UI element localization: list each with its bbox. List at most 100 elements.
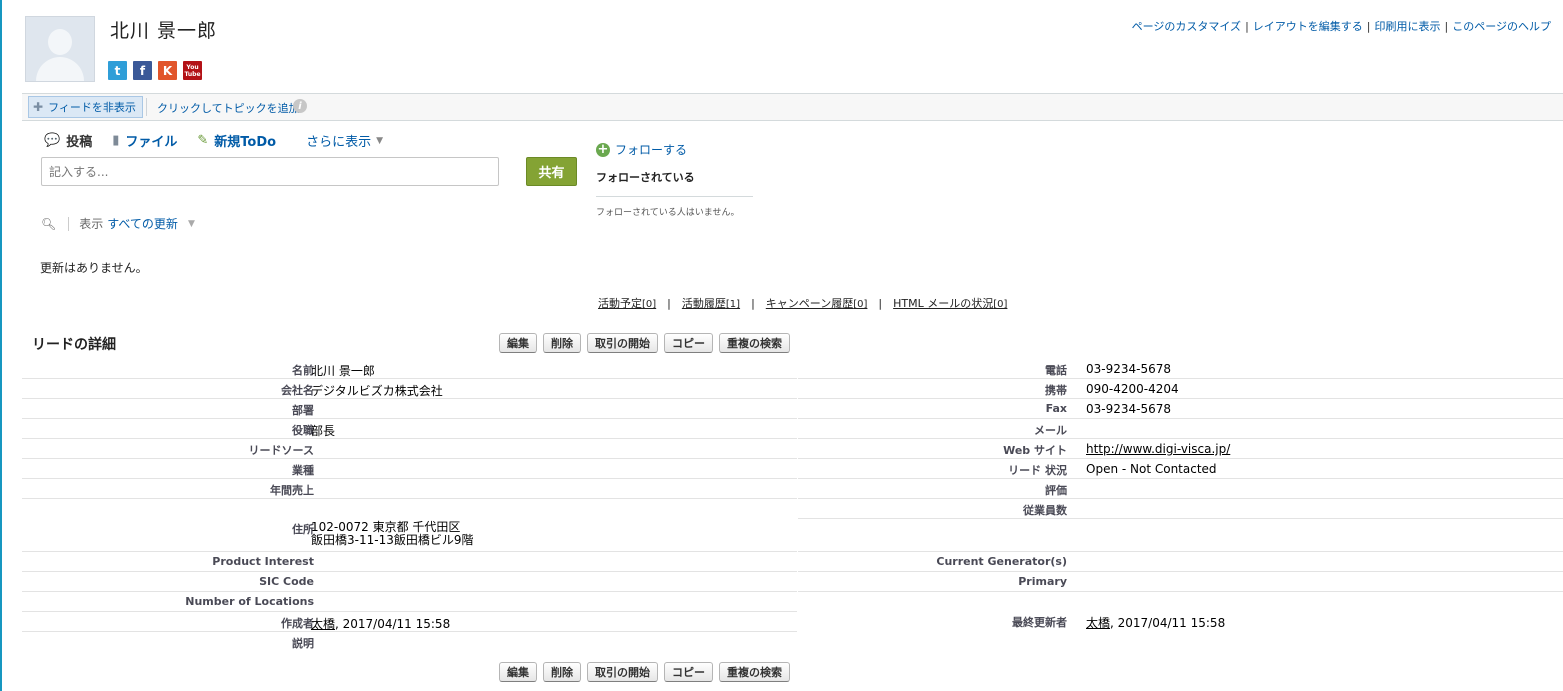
field-label: 説明 <box>292 637 314 650</box>
klout-icon[interactable]: K <box>158 61 177 80</box>
convert-button[interactable]: 取引の開始 <box>587 662 658 682</box>
todo-icon: ✎ <box>197 133 209 148</box>
field-label: 会社名 <box>281 384 314 397</box>
field-row-description: 説明 <box>22 632 797 651</box>
field-row-department: 部署 <box>22 399 797 419</box>
field-row-company: 会社名 デジタルビズカ株式会社 <box>22 379 797 399</box>
field-label: 部署 <box>292 404 314 417</box>
related-list-links: 活動予定[0] | 活動履歴[1] | キャンペーン履歴[0] | HTML メールの状況[… <box>598 295 1007 311</box>
field-row-industry: 業種 <box>22 459 797 479</box>
feed-toolbar: ✚ フィードを非表示 クリックしてトピックを追加: i <box>22 93 1563 121</box>
field-value[interactable]: 03-9234-5678 <box>1086 362 1171 376</box>
related-link-campaign-history[interactable]: キャンペーン履歴[0] <box>766 297 868 310</box>
related-link-open-activities[interactable]: 活動予定[0] <box>598 297 656 310</box>
created-by-user-link[interactable]: 太橋 <box>311 617 335 631</box>
field-label: 携帯 <box>1045 384 1067 397</box>
clone-button[interactable]: コピー <box>664 333 713 353</box>
website-link[interactable]: http://www.digi-visca.jp/ <box>1086 442 1230 456</box>
follow-button-label: フォローする <box>615 143 688 157</box>
field-row-lead-status: リード 状況 Open - Not Contacted <box>798 459 1563 479</box>
field-row-lead-source: リードソース <box>22 439 797 459</box>
edit-layout-link[interactable]: レイアウトを編集する <box>1253 20 1363 33</box>
edit-button[interactable]: 編集 <box>499 662 537 682</box>
field-value: 北川 景一郎 <box>311 364 375 378</box>
customize-page-link[interactable]: ページのカスタマイズ <box>1132 20 1241 33</box>
youtube-icon[interactable]: You Tube <box>183 61 202 80</box>
related-link-activity-history[interactable]: 活動履歴[1] <box>682 297 740 310</box>
tab-more[interactable]: さらに表示 ▼ <box>306 131 383 150</box>
field-row-spacer <box>798 519 1563 552</box>
field-value: Open - Not Contacted <box>1086 462 1217 476</box>
tab-new-todo-label: 新規ToDo <box>214 135 277 150</box>
follow-button[interactable]: + フォローする <box>596 141 687 158</box>
avatar-head-shape <box>48 29 72 55</box>
tab-post-label: 投稿 <box>66 135 93 150</box>
address-line-1: 102-0072 東京都 千代田区 <box>311 520 461 534</box>
field-label: Web サイト <box>1003 444 1067 457</box>
edit-button[interactable]: 編集 <box>499 333 537 353</box>
related-link-label: HTML メールの状況 <box>893 297 994 310</box>
search-icon[interactable]: 🔍︎ <box>41 217 56 231</box>
field-row-product-interest: Product Interest <box>22 552 797 572</box>
field-row-last-modified-by: 最終更新者 太橋, 2017/04/11 15:58 <box>798 611 1563 630</box>
convert-button[interactable]: 取引の開始 <box>587 333 658 353</box>
field-label: 作成者 <box>281 617 314 630</box>
add-topics-link[interactable]: クリックしてトピックを追加: <box>157 100 303 116</box>
field-row-title: 役職 部長 <box>22 419 797 439</box>
related-link-label: キャンペーン履歴 <box>765 297 854 310</box>
field-value[interactable]: 090-4200-4204 <box>1086 382 1179 396</box>
detail-section-title: リードの詳細 <box>32 337 116 353</box>
clone-button[interactable]: コピー <box>664 662 713 682</box>
chevron-down-icon: ▼ <box>376 135 384 146</box>
last-modified-user-link[interactable]: 太橋 <box>1086 616 1110 630</box>
twitter-icon[interactable]: t <box>108 61 127 80</box>
created-by-date: , 2017/04/11 15:58 <box>335 617 451 631</box>
tab-file-label: ファイル <box>125 135 178 150</box>
field-row-primary: Primary <box>798 572 1563 592</box>
info-icon[interactable]: i <box>293 99 307 113</box>
filter-dropdown[interactable]: すべての更新 <box>107 215 178 232</box>
field-value: http://www.digi-visca.jp/ <box>1086 442 1230 456</box>
field-label: 評価 <box>1045 484 1067 497</box>
field-label: 電話 <box>1045 364 1067 377</box>
tab-post[interactable]: 💬 投稿 <box>44 131 92 150</box>
lead-avatar[interactable] <box>25 16 95 82</box>
youtube-icon-bottom-text: Tube <box>184 70 201 78</box>
field-label: SIC Code <box>259 575 314 588</box>
tab-new-todo[interactable]: ✎ 新規ToDo <box>197 131 276 150</box>
find-duplicates-button[interactable]: 重複の検索 <box>719 333 790 353</box>
detail-right-column: 電話 03-9234-5678 携帯 090-4200-4204 Fax 03-923… <box>798 359 1563 630</box>
tab-more-label: さらに表示 <box>306 135 372 150</box>
find-duplicates-button[interactable]: 重複の検索 <box>719 662 790 682</box>
hide-feed-button[interactable]: ✚ フィードを非表示 <box>28 96 143 118</box>
youtube-icon-top-text: You <box>186 63 199 71</box>
delete-button[interactable]: 削除 <box>543 333 581 353</box>
speech-bubble-icon: 💬 <box>44 133 61 148</box>
field-row-blank <box>798 592 1563 611</box>
field-label: Number of Locations <box>185 595 314 608</box>
facebook-icon[interactable]: f <box>133 61 152 80</box>
field-value: デジタルビズカ株式会社 <box>311 384 443 398</box>
publisher-tabs: 💬 投稿 ▮ ファイル ✎ 新規ToDo さらに表示 ▼ <box>44 131 403 150</box>
field-label: メール <box>1034 424 1067 437</box>
toolbar-divider <box>146 98 147 116</box>
chevron-down-icon[interactable]: ▼ <box>188 219 195 229</box>
post-input[interactable] <box>41 157 499 186</box>
help-for-page-link[interactable]: このページのヘルプ <box>1452 20 1551 33</box>
related-link-html-email-status[interactable]: HTML メールの状況[0] <box>893 297 1007 310</box>
field-row-fax: Fax 03-9234-5678 <box>798 399 1563 419</box>
field-value: 太橋, 2017/04/11 15:58 <box>1086 614 1225 631</box>
related-link-label: 活動履歴 <box>681 297 726 310</box>
tab-file[interactable]: ▮ ファイル <box>112 131 177 150</box>
field-row-address: 住所 102-0072 東京都 千代田区 飯田橋3-11-13飯田橋ビル9階 <box>22 499 797 552</box>
field-label: 最終更新者 <box>1012 616 1067 629</box>
printable-view-link[interactable]: 印刷用に表示 <box>1375 20 1441 33</box>
followers-divider <box>596 196 753 197</box>
link-separator: | <box>751 297 755 310</box>
share-button[interactable]: 共有 <box>526 157 577 186</box>
page-help-links: ページのカスタマイズ | レイアウトを編集する | 印刷用に表示 | このページのヘルプ <box>1132 18 1551 34</box>
address-line-2: 飯田橋3-11-13飯田橋ビル9階 <box>311 533 474 547</box>
address-value: 102-0072 東京都 千代田区 飯田橋3-11-13飯田橋ビル9階 <box>311 521 473 547</box>
feed-empty-message: 更新はありません。 <box>40 261 148 275</box>
delete-button[interactable]: 削除 <box>543 662 581 682</box>
